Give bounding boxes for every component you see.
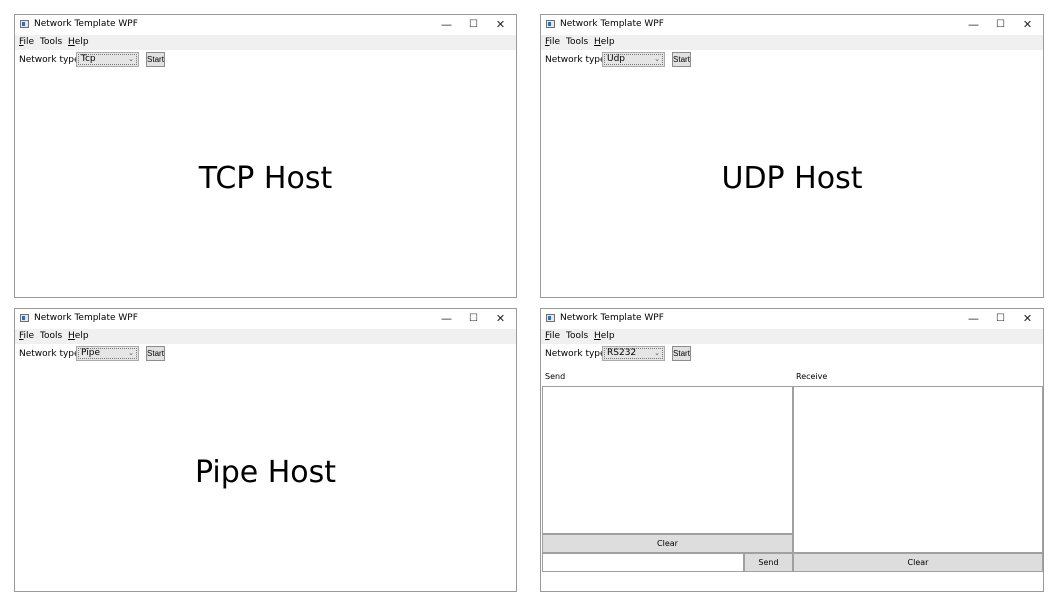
toolbar: Network type Pipe ⌄ Start (15, 344, 516, 366)
minimize-icon[interactable]: — (960, 309, 987, 329)
network-type-label: Network type (19, 349, 80, 359)
menu-help[interactable]: Help (594, 37, 615, 47)
menu-tools[interactable]: Tools (40, 331, 62, 341)
close-icon[interactable]: ✕ (487, 309, 514, 329)
minimize-icon[interactable]: — (433, 15, 460, 35)
start-button[interactable]: Start (672, 52, 691, 67)
menu-file[interactable]: File (545, 331, 560, 341)
title-bar[interactable]: Network Template WPF — ☐ ✕ (15, 309, 516, 329)
send-input[interactable] (542, 553, 744, 572)
receive-log-textarea[interactable] (793, 386, 1043, 553)
maximize-icon[interactable]: ☐ (987, 309, 1014, 329)
window-title: Network Template WPF (34, 313, 138, 323)
receive-clear-button[interactable]: Clear (793, 553, 1043, 572)
network-type-value: Udp (607, 54, 626, 64)
menu-file[interactable]: File (19, 37, 34, 47)
tcp-window: Network Template WPF — ☐ ✕ File Tools He… (14, 14, 517, 298)
menu-tools[interactable]: Tools (40, 37, 62, 47)
minimize-icon[interactable]: — (960, 15, 987, 35)
menu-file[interactable]: File (545, 37, 560, 47)
menu-bar: File Tools Help (541, 329, 1043, 344)
network-type-select[interactable]: RS232 ⌄ (602, 346, 665, 361)
pipe-window: Network Template WPF — ☐ ✕ File Tools He… (14, 308, 517, 592)
send-button[interactable]: Send (744, 553, 793, 572)
menu-bar: File Tools Help (15, 329, 516, 344)
close-icon[interactable]: ✕ (487, 15, 514, 35)
menu-help[interactable]: Help (594, 331, 615, 341)
network-type-value: RS232 (607, 348, 637, 358)
network-type-label: Network type (545, 349, 606, 359)
host-label: TCP Host (198, 161, 333, 196)
chevron-down-icon: ⌄ (128, 55, 134, 63)
title-bar[interactable]: Network Template WPF — ☐ ✕ (15, 15, 516, 35)
close-icon[interactable]: ✕ (1014, 15, 1041, 35)
menu-tools[interactable]: Tools (566, 37, 588, 47)
chevron-down-icon: ⌄ (128, 349, 134, 357)
window-title: Network Template WPF (560, 19, 664, 29)
receive-section-label: Receive (796, 372, 828, 381)
toolbar: Network type Udp ⌄ Start (541, 50, 1043, 72)
chevron-down-icon: ⌄ (654, 55, 660, 63)
send-log-textarea[interactable] (542, 386, 793, 534)
rs232-window: Network Template WPF — ☐ ✕ File Tools He… (540, 308, 1044, 592)
chevron-down-icon: ⌄ (654, 349, 660, 357)
status-bar (542, 572, 1042, 591)
maximize-icon[interactable]: ☐ (987, 15, 1014, 35)
minimize-icon[interactable]: — (433, 309, 460, 329)
app-window-icon (546, 20, 555, 28)
start-button[interactable]: Start (146, 52, 165, 67)
toolbar: Network type Tcp ⌄ Start (15, 50, 516, 72)
send-section-label: Send (545, 372, 566, 381)
start-button[interactable]: Start (146, 346, 165, 361)
menu-help[interactable]: Help (68, 37, 89, 47)
network-type-label: Network type (545, 55, 606, 65)
menu-file[interactable]: File (19, 331, 34, 341)
menu-help[interactable]: Help (68, 331, 89, 341)
network-type-select[interactable]: Pipe ⌄ (76, 346, 139, 361)
app-window-icon (20, 20, 29, 28)
network-type-value: Pipe (81, 348, 100, 358)
close-icon[interactable]: ✕ (1014, 309, 1041, 329)
network-type-select[interactable]: Udp ⌄ (602, 52, 665, 67)
network-type-select[interactable]: Tcp ⌄ (76, 52, 139, 67)
host-label: UDP Host (721, 161, 863, 196)
toolbar: Network type RS232 ⌄ Start (541, 344, 1043, 366)
maximize-icon[interactable]: ☐ (460, 309, 487, 329)
title-bar[interactable]: Network Template WPF — ☐ ✕ (541, 309, 1043, 329)
window-title: Network Template WPF (34, 19, 138, 29)
menu-tools[interactable]: Tools (566, 331, 588, 341)
app-window-icon (20, 314, 29, 322)
network-type-value: Tcp (81, 54, 96, 64)
title-bar[interactable]: Network Template WPF — ☐ ✕ (541, 15, 1043, 35)
maximize-icon[interactable]: ☐ (460, 15, 487, 35)
network-type-label: Network type (19, 55, 80, 65)
window-title: Network Template WPF (560, 313, 664, 323)
udp-window: Network Template WPF — ☐ ✕ File Tools He… (540, 14, 1044, 298)
host-label: Pipe Host (194, 455, 337, 490)
menu-bar: File Tools Help (15, 35, 516, 50)
menu-bar: File Tools Help (541, 35, 1043, 50)
app-window-icon (546, 314, 555, 322)
start-button[interactable]: Start (672, 346, 691, 361)
send-clear-button[interactable]: Clear (542, 534, 793, 553)
